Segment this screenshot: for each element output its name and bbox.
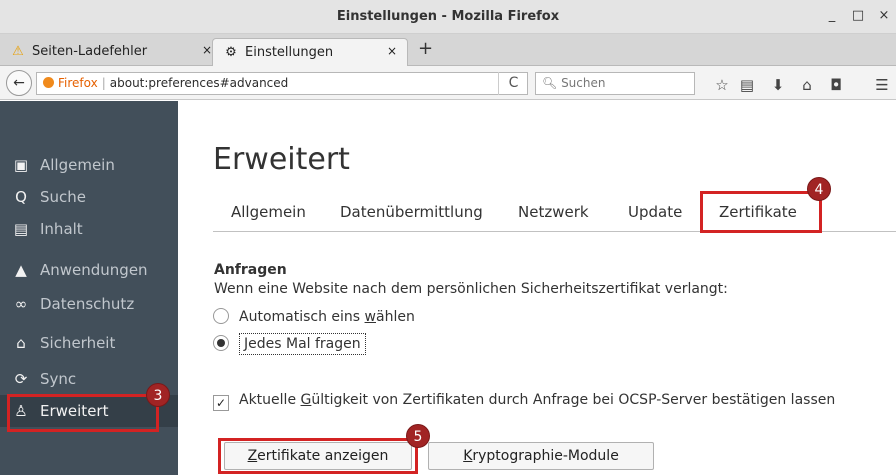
identity-label: Firefox: [58, 76, 98, 90]
sidebar-item-label: Sicherheit: [40, 334, 116, 352]
search-input[interactable]: 🔍︎ Suchen: [535, 72, 695, 95]
search-icon: 🔍︎: [542, 76, 558, 90]
sidebar-item-label: Inhalt: [40, 220, 83, 238]
url-text: about:preferences#advanced: [109, 76, 289, 90]
star-icon[interactable]: ☆: [712, 76, 732, 94]
url-bar[interactable]: Firefox | about:preferences#advanced: [36, 72, 528, 95]
mask-icon: ∞: [14, 295, 28, 313]
annotation-badge-4: 4: [807, 177, 831, 201]
warning-icon: ⚠: [12, 44, 24, 59]
page-title: Erweitert: [213, 142, 350, 177]
tab-netzwerk[interactable]: Netzwerk: [518, 203, 589, 221]
reading-list-icon[interactable]: ▤: [737, 76, 757, 94]
tab-update[interactable]: Update: [628, 203, 682, 221]
sidebar-item-label: Allgemein: [40, 156, 115, 174]
sidebar-item-inhalt[interactable]: ▤ Inhalt: [0, 213, 178, 245]
home-icon[interactable]: ⌂: [797, 76, 817, 94]
firefox-identity-icon: [43, 77, 54, 88]
window-title: Einstellungen - Mozilla Firefox: [336, 9, 560, 24]
search-icon: Q: [15, 188, 27, 206]
sidebar-item-datenschutz[interactable]: ∞ Datenschutz: [0, 288, 178, 320]
ocsp-label: Aktuelle Gültigkeit von Zertifikaten dur…: [239, 392, 836, 408]
tab-close-icon[interactable]: ×: [387, 44, 397, 58]
general-icon: ▣: [13, 156, 29, 174]
ocsp-checkbox[interactable]: ✓: [213, 395, 229, 411]
radio-ask-every-time[interactable]: Jedes Mal fragen: [213, 333, 366, 355]
pocket-icon[interactable]: ◘: [826, 76, 846, 94]
tab-datenuebermittlung[interactable]: Datenübermittlung: [340, 203, 483, 221]
applications-icon: ▲: [15, 261, 27, 279]
radio-button[interactable]: [213, 308, 229, 324]
tab-close-icon[interactable]: ×: [202, 43, 212, 57]
lock-icon: ⌂: [16, 334, 26, 352]
tab-einstellungen[interactable]: ⚙ Einstellungen ×: [212, 38, 408, 66]
radio-button[interactable]: [213, 335, 229, 351]
annotation-badge-5: 5: [406, 424, 430, 448]
back-button[interactable]: ←: [6, 70, 32, 96]
close-window-button[interactable]: ×: [876, 8, 892, 23]
radio-automatic[interactable]: Automatisch eins wählen: [213, 308, 415, 325]
sidebar-item-suche[interactable]: Q Suche: [0, 181, 178, 213]
menu-icon[interactable]: ☰: [872, 76, 892, 94]
reload-button[interactable]: C: [498, 72, 528, 95]
sidebar-item-allgemein[interactable]: ▣ Allgemein: [0, 149, 178, 181]
sidebar-item-label: Suche: [40, 188, 87, 206]
highlight-view-certificates: [218, 438, 418, 474]
annotation-badge-3: 3: [146, 383, 170, 407]
radio-label: Automatisch eins wählen: [239, 309, 415, 325]
sidebar-item-label: Anwendungen: [40, 261, 148, 279]
document-icon: ▤: [13, 220, 29, 238]
section-description: Wenn eine Website nach dem persönlichen …: [214, 281, 728, 297]
radio-label: Jedes Mal fragen: [239, 333, 366, 355]
navigation-bar: ← Firefox | about:preferences#advanced C 🔍…: [0, 66, 896, 100]
tab-label: Seiten-Ladefehler: [32, 44, 148, 59]
highlight-erweitert: [7, 394, 159, 432]
sidebar-item-sicherheit[interactable]: ⌂ Sicherheit: [0, 327, 178, 359]
sidebar-item-label: Datenschutz: [40, 295, 135, 313]
sidebar-item-anwendungen[interactable]: ▲ Anwendungen: [0, 254, 178, 286]
section-heading: Anfragen: [214, 262, 287, 278]
tab-seiten-ladefehler[interactable]: ⚠ Seiten-Ladefehler ×: [0, 38, 222, 66]
minimize-button[interactable]: _: [824, 8, 840, 23]
tab-allgemein[interactable]: Allgemein: [231, 203, 306, 221]
window-titlebar: Einstellungen - Mozilla Firefox _ □ ×: [0, 0, 896, 34]
ocsp-checkbox-row[interactable]: ✓ Aktuelle Gültigkeit von Zertifikaten du…: [213, 392, 835, 411]
highlight-zertifikate-tab: [700, 191, 822, 233]
tab-label: Einstellungen: [245, 45, 334, 60]
download-icon[interactable]: ⬇: [768, 76, 788, 94]
url-separator: |: [101, 76, 106, 90]
search-placeholder: Suchen: [561, 76, 606, 90]
maximize-button[interactable]: □: [850, 8, 866, 23]
sidebar-item-label: Sync: [40, 370, 77, 388]
sync-icon: ⟳: [14, 370, 28, 388]
security-devices-button[interactable]: Kryptographie-Module: [428, 442, 654, 470]
tab-strip: ⚠ Seiten-Ladefehler × ⚙ Einstellungen ×: [0, 34, 896, 66]
new-tab-button[interactable]: +: [418, 38, 433, 59]
gear-icon: ⚙: [225, 45, 237, 60]
